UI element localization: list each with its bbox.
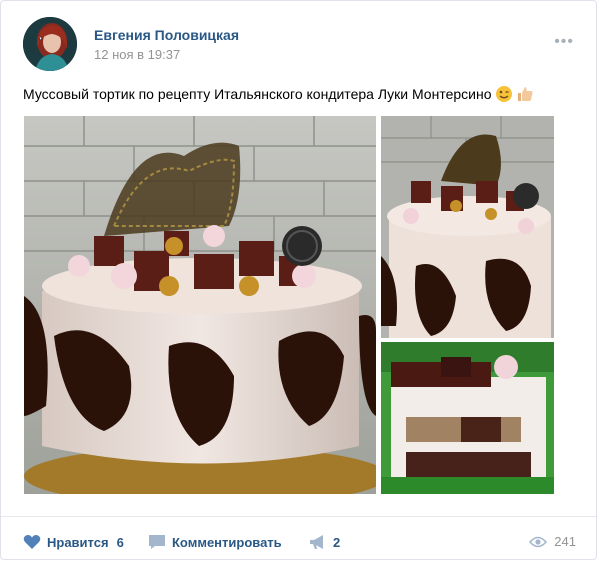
more-dots-icon[interactable]: ••• (554, 33, 574, 51)
comment-button[interactable]: Комментировать (148, 534, 282, 550)
post-date[interactable]: 12 ноя в 19:37 (94, 47, 180, 62)
post-card: Евгения Половицкая 12 ноя в 19:37 ••• Му… (0, 0, 597, 560)
share-count: 2 (333, 534, 341, 550)
post-text-content: Муссовый тортик по рецепту Итальянского … (23, 86, 492, 102)
author-name[interactable]: Евгения Половицкая (94, 27, 239, 43)
post-footer: Нравится 6 Комментировать 2 241 (1, 516, 596, 562)
thumbs-up-icon (516, 85, 534, 103)
photo-cake-side[interactable] (381, 116, 554, 338)
winking-face-icon (495, 85, 513, 103)
comment-icon (149, 535, 165, 549)
avatar[interactable] (23, 17, 77, 71)
views-counter: 241 (529, 534, 576, 549)
comment-label: Комментировать (172, 534, 282, 550)
views-count: 241 (554, 534, 576, 549)
like-count: 6 (116, 534, 124, 550)
photo-cake-slice[interactable] (381, 342, 554, 494)
post-text: Муссовый тортик по рецепту Итальянского … (23, 85, 534, 103)
like-button[interactable]: Нравится 6 (23, 534, 124, 550)
eye-icon (529, 536, 548, 547)
heart-icon (23, 535, 41, 549)
megaphone-icon (310, 535, 323, 549)
photo-main-cake[interactable] (24, 116, 376, 494)
share-button[interactable]: 2 (309, 534, 340, 550)
like-label: Нравится (47, 534, 109, 550)
